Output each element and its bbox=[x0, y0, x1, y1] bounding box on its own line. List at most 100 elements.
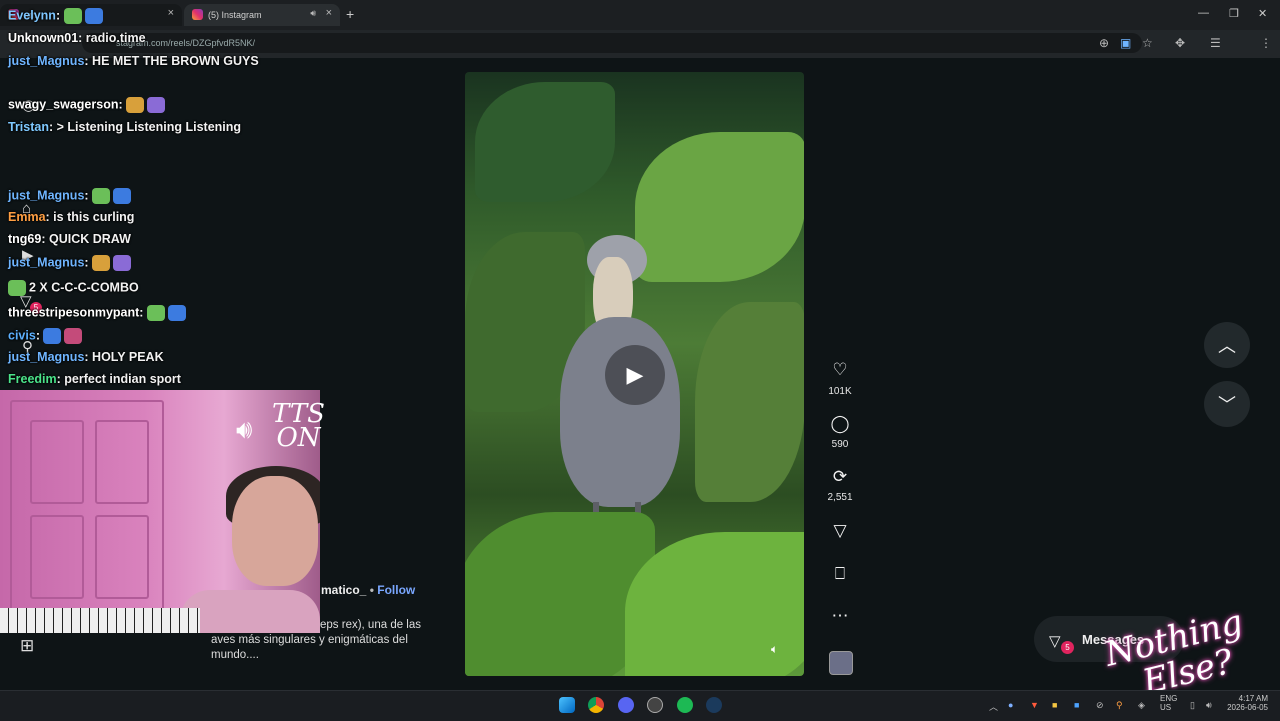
steam-icon[interactable] bbox=[706, 697, 722, 713]
chat-message: civis: bbox=[8, 328, 85, 344]
mute-icon[interactable]: 🔈︎ bbox=[771, 642, 778, 657]
chat-username[interactable]: just_Magnus bbox=[8, 188, 84, 202]
comment-icon[interactable]: ◯ bbox=[828, 414, 852, 434]
speaker-icon: 🔊︎ bbox=[236, 414, 253, 444]
region-code: US bbox=[1160, 703, 1172, 712]
chat-colon: : bbox=[35, 328, 44, 343]
chat-text: HE MET THE BROWN GUYS bbox=[92, 54, 259, 68]
translate-icon[interactable]: ▣ bbox=[1120, 36, 1131, 50]
post-author[interactable]: matico_ • Follow bbox=[321, 583, 415, 597]
chat-text: > Listening Listening Listening bbox=[56, 120, 242, 134]
zoom-icon[interactable]: ⊕ bbox=[1099, 36, 1109, 50]
chat-colon: : bbox=[55, 8, 64, 23]
bookmark-icon[interactable]: ⎕ bbox=[828, 564, 852, 584]
play-button[interactable]: ▶ bbox=[605, 345, 665, 405]
chat-text: perfect indian sport bbox=[64, 372, 181, 386]
media-icon[interactable]: ☰ bbox=[1210, 36, 1221, 50]
foliage bbox=[695, 302, 804, 502]
bookmark-star-icon[interactable]: ☆ bbox=[1142, 36, 1153, 50]
chat-colon: : bbox=[118, 97, 127, 112]
foliage bbox=[635, 132, 804, 282]
obs-icon[interactable] bbox=[647, 697, 663, 713]
chat-username[interactable]: threestripesonmypant bbox=[8, 305, 139, 319]
chrome-icon[interactable] bbox=[588, 697, 604, 713]
tts-status: TTS ON bbox=[272, 401, 325, 453]
tray-expand-icon[interactable]: ︿ bbox=[989, 700, 998, 713]
direct-icon: ▽ bbox=[1049, 633, 1061, 650]
door-panel bbox=[95, 420, 149, 504]
chat-username[interactable]: Emma bbox=[8, 210, 46, 224]
person-shirt bbox=[180, 590, 320, 633]
chat-emote bbox=[113, 188, 132, 204]
chat-text: radio.time bbox=[85, 31, 146, 45]
chat-colon: : bbox=[84, 350, 93, 364]
chat-colon: : bbox=[84, 188, 93, 203]
chat-emote bbox=[8, 280, 26, 296]
new-tab-button[interactable]: + bbox=[346, 6, 354, 22]
tab-audio-icon[interactable]: 🔊︎ bbox=[310, 8, 316, 19]
clock[interactable]: 4:17 AM 2026-06-05 bbox=[1224, 694, 1268, 712]
separator: • bbox=[369, 583, 374, 597]
chat-username[interactable]: Unknown01 bbox=[8, 31, 78, 45]
network-icon[interactable]: ▯ bbox=[1190, 700, 1195, 711]
discord-icon[interactable] bbox=[618, 697, 634, 713]
volume-icon[interactable]: 🔊︎ bbox=[1206, 700, 1212, 711]
spotify-icon[interactable] bbox=[677, 697, 693, 713]
tray-steam-icon[interactable]: ● bbox=[1008, 700, 1013, 710]
chat-message: Tristan: > Listening Listening Listening bbox=[8, 120, 241, 134]
chat-username[interactable]: just_Magnus bbox=[8, 255, 84, 269]
chat-username[interactable]: swagy_swagerson bbox=[8, 97, 118, 111]
tray-app-icon[interactable]: ⚲ bbox=[1116, 700, 1123, 711]
author-name[interactable]: matico_ bbox=[321, 583, 366, 597]
chat-message: just_Magnus: HOLY PEAK bbox=[8, 350, 164, 364]
close-tab-icon[interactable]: × bbox=[168, 7, 174, 19]
more-icon[interactable]: ⋯ bbox=[828, 606, 852, 626]
chat-username[interactable]: just_Magnus bbox=[8, 54, 84, 68]
chat-emote bbox=[84, 8, 103, 24]
tray-app-icon[interactable]: ■ bbox=[1074, 700, 1079, 710]
heart-icon[interactable]: ♡ bbox=[828, 360, 852, 380]
chat-username[interactable]: Tristan bbox=[8, 120, 49, 134]
chat-emote bbox=[146, 305, 165, 321]
door-panel bbox=[30, 420, 84, 504]
repost-icon[interactable]: ⟳ bbox=[828, 467, 852, 487]
tray-app-icon[interactable]: ■ bbox=[1052, 700, 1057, 710]
minimize-icon[interactable]: — bbox=[1198, 7, 1209, 19]
more-apps-icon[interactable]: ⊞ bbox=[20, 636, 34, 656]
send-icon[interactable]: ▽ bbox=[828, 521, 852, 541]
chat-username[interactable]: tng69 bbox=[8, 232, 41, 246]
menu-icon[interactable]: ⋮ bbox=[1260, 36, 1272, 50]
bird-body bbox=[560, 317, 680, 507]
close-tab-icon[interactable]: × bbox=[326, 7, 332, 19]
address-bar[interactable]: stagram.com/reels/DZGpfvdR5NK/ bbox=[82, 33, 1142, 53]
foliage bbox=[475, 82, 615, 202]
next-reel-button[interactable]: ﹀ bbox=[1204, 381, 1250, 427]
chat-colon: : bbox=[78, 31, 86, 45]
follow-link[interactable]: Follow bbox=[377, 583, 415, 597]
caption-line: eps rex), una de las bbox=[320, 619, 422, 631]
piano-keyboard bbox=[0, 608, 200, 633]
language-indicator[interactable]: ENG US bbox=[1160, 694, 1177, 712]
extensions-icon[interactable]: ✥ bbox=[1175, 36, 1185, 50]
person-face bbox=[232, 476, 318, 586]
chat-username[interactable]: Evelynn bbox=[8, 8, 56, 22]
tray-shield-icon[interactable]: ◈ bbox=[1138, 700, 1145, 711]
start-icon[interactable] bbox=[559, 697, 575, 713]
chat-emote bbox=[113, 255, 132, 271]
chat-username[interactable]: Freedim bbox=[8, 372, 57, 386]
chat-emote bbox=[92, 188, 111, 204]
chat-emote bbox=[147, 97, 166, 113]
tts-state: ON bbox=[276, 423, 321, 453]
chat-username[interactable]: civis bbox=[8, 328, 36, 342]
maximize-icon[interactable]: ❐ bbox=[1229, 7, 1239, 20]
previous-reel-button[interactable]: ︿ bbox=[1204, 322, 1250, 368]
chat-text: HOLY PEAK bbox=[92, 350, 164, 364]
tray-app-icon[interactable]: ⊘ bbox=[1096, 700, 1104, 711]
audio-thumbnail[interactable] bbox=[829, 651, 853, 675]
chat-username[interactable]: just_Magnus bbox=[8, 350, 84, 364]
chat-colon: : bbox=[84, 255, 93, 270]
tray-brave-icon[interactable]: ▼ bbox=[1030, 700, 1039, 710]
close-window-icon[interactable]: ✕ bbox=[1258, 7, 1267, 20]
chat-colon: : bbox=[41, 232, 49, 246]
tab-instagram[interactable]: (5) Instagram 🔊︎ × bbox=[184, 4, 340, 26]
